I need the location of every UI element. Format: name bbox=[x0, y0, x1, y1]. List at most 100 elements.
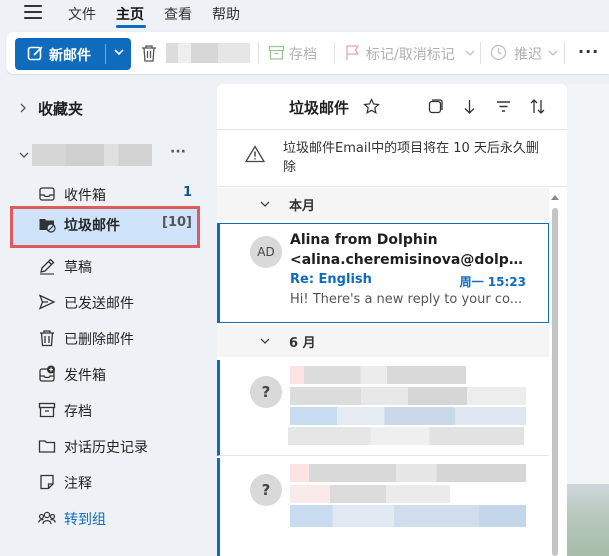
message-subject: Re: English bbox=[290, 272, 372, 287]
toolbar-divider bbox=[258, 42, 259, 64]
unread-count: 1 bbox=[182, 185, 192, 200]
chevron-down-icon bbox=[260, 338, 270, 344]
redacted-sender bbox=[290, 485, 450, 503]
folder-label: 发件箱 bbox=[64, 368, 106, 384]
folder-label: 已删除邮件 bbox=[64, 332, 134, 348]
sort-icon[interactable] bbox=[529, 98, 546, 115]
account-header[interactable]: ··· bbox=[18, 144, 198, 166]
sender-avatar: AD bbox=[250, 236, 282, 268]
warning-icon bbox=[245, 145, 265, 163]
new-mail-label: 新邮件 bbox=[49, 48, 91, 64]
new-mail-button[interactable]: 新邮件 bbox=[15, 38, 131, 70]
notice-text: 垃圾邮件Email中的项目将在 10 天后永久删除 bbox=[283, 141, 539, 175]
redacted-sender bbox=[290, 366, 466, 384]
folder-label: 转到组 bbox=[64, 512, 106, 528]
message-time: 周一 15:23 bbox=[459, 275, 526, 289]
clock-icon[interactable] bbox=[490, 44, 507, 61]
folder-junk[interactable]: 垃圾邮件 [10] bbox=[10, 206, 200, 248]
select-mode-icon[interactable] bbox=[427, 98, 444, 115]
group-label: 本月 bbox=[289, 199, 316, 214]
folder-sent[interactable]: 已发送邮件 bbox=[10, 284, 200, 320]
folder-notes[interactable]: 注释 bbox=[10, 464, 200, 500]
folder-pane: 收藏夹 ··· 收件箱 1 垃圾邮件 [10] 草稿 已发送邮件 已删除邮件 发… bbox=[0, 84, 210, 556]
archive-icon[interactable] bbox=[268, 44, 285, 61]
message-item-selected[interactable]: AD Alina from Dolphin <alina.cheremisino… bbox=[217, 223, 549, 323]
archive-button[interactable]: 存档 bbox=[289, 44, 317, 64]
message-item-redacted[interactable]: ? bbox=[217, 458, 549, 556]
outbox-icon bbox=[39, 365, 55, 382]
star-icon[interactable] bbox=[363, 98, 380, 115]
inbox-icon bbox=[39, 187, 55, 201]
compose-icon bbox=[27, 46, 43, 61]
folder-label: 对话历史记录 bbox=[64, 440, 148, 456]
trash-icon bbox=[40, 330, 54, 347]
item-count: [10] bbox=[162, 215, 192, 230]
menu-view[interactable]: 查看 bbox=[164, 4, 192, 24]
menu-bar: 文件 主页 查看 帮助 bbox=[0, 0, 609, 28]
junk-retention-notice: 垃圾邮件Email中的项目将在 10 天后永久删除 bbox=[217, 131, 567, 187]
message-list-scrollbar[interactable] bbox=[552, 208, 558, 556]
folder-label: 已发送邮件 bbox=[64, 296, 134, 312]
group-header-this-month[interactable]: 本月 bbox=[217, 188, 549, 220]
message-item-redacted[interactable]: ? bbox=[217, 360, 549, 456]
toolbar-divider bbox=[334, 42, 335, 64]
folder-label: 垃圾邮件 bbox=[64, 218, 120, 234]
scroll-up-arrow-icon[interactable] bbox=[549, 192, 561, 202]
menu-file[interactable]: 文件 bbox=[68, 4, 96, 24]
folder-label: 注释 bbox=[64, 476, 92, 492]
flag-icon[interactable] bbox=[344, 44, 361, 61]
hamburger-menu-icon[interactable] bbox=[24, 5, 42, 19]
send-icon bbox=[38, 294, 56, 310]
sender-email: <alina.cheremisinova@dolphin... bbox=[290, 252, 530, 268]
folder-title: 垃圾邮件 bbox=[289, 99, 350, 117]
go-to-groups-link[interactable]: 转到组 bbox=[10, 500, 200, 536]
redacted-toolbar-item bbox=[166, 43, 250, 63]
filter-icon[interactable] bbox=[495, 98, 512, 115]
folder-label: 存档 bbox=[64, 404, 92, 420]
new-mail-separator bbox=[105, 44, 106, 64]
account-more-button[interactable]: ··· bbox=[170, 144, 186, 160]
toolbar-divider bbox=[480, 42, 481, 64]
jump-down-icon[interactable] bbox=[461, 98, 478, 115]
people-icon bbox=[38, 511, 56, 525]
message-preview: Hi! There's a new reply to your co... bbox=[290, 292, 523, 307]
folder-outbox[interactable]: 发件箱 bbox=[10, 356, 200, 392]
more-actions-button[interactable]: ··· bbox=[578, 42, 599, 61]
message-list-header: 垃圾邮件 bbox=[217, 84, 567, 130]
folder-conversation-history[interactable]: 对话历史记录 bbox=[10, 428, 200, 464]
note-icon bbox=[40, 474, 54, 490]
delete-icon[interactable] bbox=[141, 44, 157, 62]
redacted-subject bbox=[290, 407, 526, 425]
snooze-button[interactable]: 推迟 bbox=[514, 44, 542, 64]
toolbar-divider bbox=[564, 42, 565, 64]
chevron-down-icon[interactable] bbox=[547, 44, 559, 61]
chevron-down-icon[interactable] bbox=[113, 46, 125, 58]
folder-icon bbox=[38, 440, 56, 453]
unknown-sender-avatar: ? bbox=[250, 474, 282, 506]
folder-label: 收件箱 bbox=[64, 188, 106, 204]
reading-pane-edge bbox=[567, 84, 609, 556]
chevron-down-icon bbox=[260, 201, 270, 207]
sender-name: Alina from Dolphin bbox=[290, 232, 438, 248]
redacted-subject bbox=[290, 505, 526, 527]
ribbon-toolbar: 新邮件 存档 标记/取消标记 推迟 ··· bbox=[6, 32, 609, 74]
folder-deleted[interactable]: 已删除邮件 bbox=[10, 320, 200, 356]
group-header-june[interactable]: 6 月 bbox=[217, 325, 549, 357]
menu-help[interactable]: 帮助 bbox=[212, 4, 240, 24]
folder-label: 草稿 bbox=[64, 260, 92, 276]
redacted-account-name bbox=[32, 144, 152, 166]
menu-home[interactable]: 主页 bbox=[116, 4, 144, 24]
unknown-sender-avatar: ? bbox=[250, 376, 282, 408]
chevron-down-icon bbox=[19, 152, 29, 158]
favorites-label: 收藏夹 bbox=[38, 100, 84, 118]
archive-icon bbox=[38, 402, 56, 418]
redacted-sender bbox=[290, 464, 526, 482]
junk-folder-icon bbox=[39, 219, 56, 233]
flag-button[interactable]: 标记/取消标记 bbox=[366, 44, 455, 64]
group-label: 6 月 bbox=[289, 336, 316, 351]
message-list-pane: 垃圾邮件 垃圾邮件Email中的项目将在 10 天后永久删除 本月 AD Ali… bbox=[217, 84, 567, 556]
draft-pencil-icon bbox=[40, 258, 55, 275]
folder-drafts[interactable]: 草稿 bbox=[10, 248, 200, 284]
chevron-down-icon[interactable] bbox=[464, 44, 476, 61]
folder-archive[interactable]: 存档 bbox=[10, 392, 200, 428]
